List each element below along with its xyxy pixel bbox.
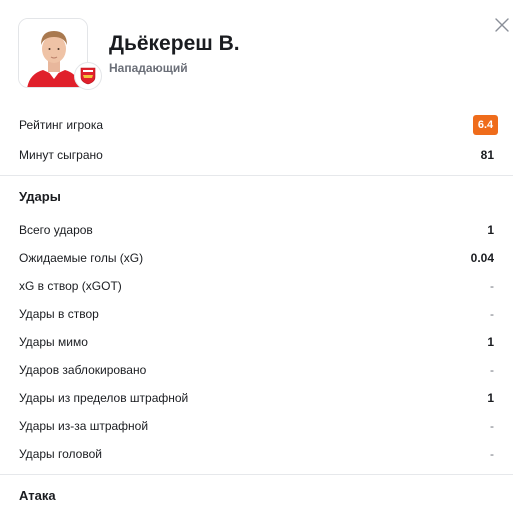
stat-label: Рейтинг игрока: [19, 118, 104, 132]
player-name: Дьёкереш В.: [109, 32, 240, 55]
stat-row: Ожидаемые голы (xG) 0.04: [0, 244, 513, 272]
section-divider: [0, 175, 513, 176]
stat-label: Минут сыграно: [19, 148, 103, 162]
stat-label: Ожидаемые голы (xG): [19, 251, 144, 265]
stat-value: 1: [487, 391, 494, 405]
stat-row: Удары из-за штрафной -: [0, 412, 513, 440]
stat-label: Удары мимо: [19, 335, 88, 349]
stat-row: Удары из пределов штрафной 1: [0, 384, 513, 412]
stat-row: xG в створ (xGOT) -: [0, 272, 513, 300]
stat-row: Ударов заблокировано -: [0, 356, 513, 384]
stat-label: Всего ударов: [19, 223, 93, 237]
close-icon: [495, 18, 509, 32]
stat-label: Удары в створ: [19, 307, 99, 321]
stat-row: Удары в створ -: [0, 300, 513, 328]
stat-row-rating: Рейтинг игрока: [0, 111, 513, 139]
stat-row-minutes: Минут сыграно 81: [0, 141, 513, 169]
stat-value: -: [490, 279, 494, 293]
stat-row: Удары головой -: [0, 440, 513, 468]
stat-label: Удары из-за штрафной: [19, 419, 149, 433]
stat-value: 1: [487, 223, 494, 237]
stat-row: Удары мимо 1: [0, 328, 513, 356]
stat-value: -: [490, 363, 494, 377]
stat-row: Всего ударов 1: [0, 216, 513, 244]
stat-value: -: [490, 419, 494, 433]
club-crest-icon: [74, 62, 102, 90]
stat-value: 81: [480, 148, 494, 162]
stat-value: -: [490, 447, 494, 461]
section-title-shots: Удары: [19, 189, 61, 204]
rating-badge: 6.4: [473, 115, 498, 135]
stat-value: -: [490, 307, 494, 321]
player-header: Дьёкереш В. Нападающий: [0, 0, 513, 105]
stat-label: Удары из пределов штрафной: [19, 391, 189, 405]
stat-label: xG в створ (xGOT): [19, 279, 122, 293]
section-title-attack: Атака: [19, 488, 56, 503]
close-button[interactable]: [492, 15, 512, 35]
stat-value: 0.04: [470, 251, 494, 265]
stat-value: 1: [487, 335, 494, 349]
section-divider: [0, 474, 513, 475]
stat-label: Удары головой: [19, 447, 102, 461]
stat-label: Ударов заблокировано: [19, 363, 147, 377]
player-position: Нападающий: [109, 61, 188, 75]
